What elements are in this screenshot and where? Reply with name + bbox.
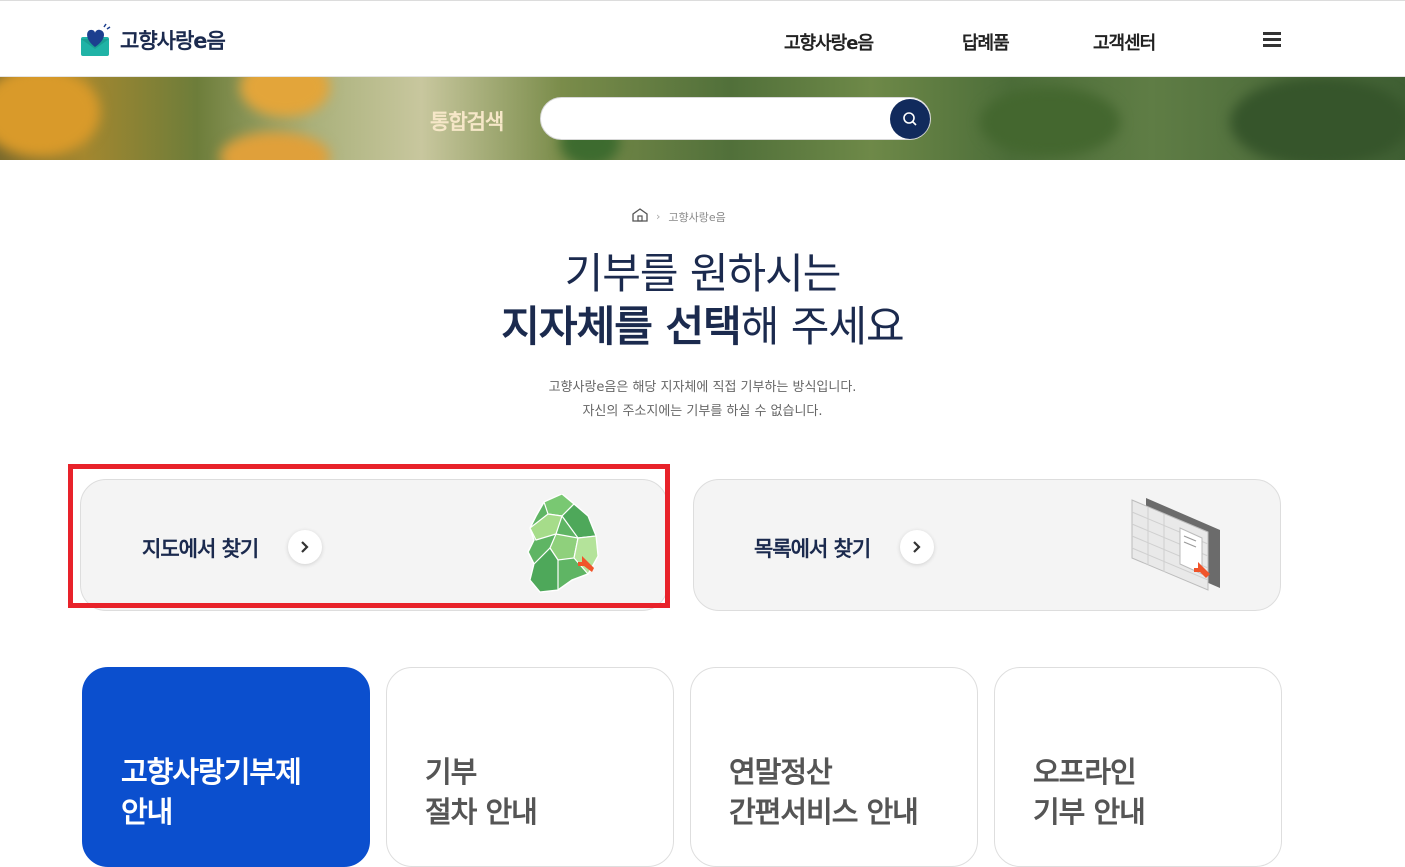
breadcrumb-separator-icon: › — [656, 210, 661, 223]
home-icon[interactable] — [632, 208, 648, 225]
info-card-offline-donation[interactable]: 오프라인 기부 안내 — [994, 667, 1282, 867]
hero-title-rest: 해 주세요 — [740, 302, 905, 351]
hero-title-line1: 기부를 원하시는 — [564, 249, 842, 298]
logo-icon — [80, 23, 112, 57]
info-card-title: 연말정산 간편서비스 안내 — [729, 755, 919, 829]
breadcrumb: › 고향사랑e음 — [632, 208, 726, 225]
find-by-list-label: 목록에서 찾기 — [754, 537, 871, 561]
find-by-list-arrow-button[interactable] — [900, 530, 934, 564]
info-card-year-end-tax[interactable]: 연말정산 간편서비스 안내 — [690, 667, 978, 867]
hero-title-bold: 지자체를 선택 — [501, 302, 741, 351]
logo[interactable]: 고향사랑e음 — [80, 23, 226, 57]
hero-description-2: 자신의 주소지에는 기부를 하실 수 없습니다. — [582, 404, 823, 419]
chevron-right-icon — [913, 541, 921, 553]
breadcrumb-current: 고향사랑e음 — [668, 210, 726, 224]
search-label: 통합검색 — [430, 110, 504, 134]
info-card-title: 기부 절차 안내 — [425, 755, 538, 829]
search-button[interactable] — [890, 99, 930, 139]
info-card-title: 고향사랑기부제 안내 — [121, 755, 302, 829]
monitor-list-icon — [1131, 498, 1220, 591]
hero-title-line2: 지자체를 선택해 주세요 — [0, 293, 1405, 354]
site-header: 고향사랑e음 고향사랑e음 답례품 고객센터 — [0, 0, 1405, 77]
logo-text: 고향사랑e음 — [120, 29, 226, 53]
hero-description-1: 고향사랑e음은 해당 지자체에 직접 기부하는 방식입니다. — [548, 380, 857, 395]
search-input[interactable] — [540, 97, 931, 140]
info-card-gohyang-system[interactable]: 고향사랑기부제 안내 — [82, 667, 370, 867]
nav-item-gifts[interactable]: 답례품 — [962, 29, 1010, 55]
search-icon — [903, 112, 917, 126]
hamburger-menu-icon[interactable] — [1263, 32, 1281, 48]
nav-item-support[interactable]: 고객센터 — [1093, 29, 1156, 55]
find-by-map-highlight — [68, 464, 670, 608]
info-card-title: 오프라인 기부 안내 — [1033, 755, 1146, 829]
nav-item-gohyang[interactable]: 고향사랑e음 — [784, 29, 874, 55]
info-card-donation-procedure[interactable]: 기부 절차 안내 — [386, 667, 674, 867]
